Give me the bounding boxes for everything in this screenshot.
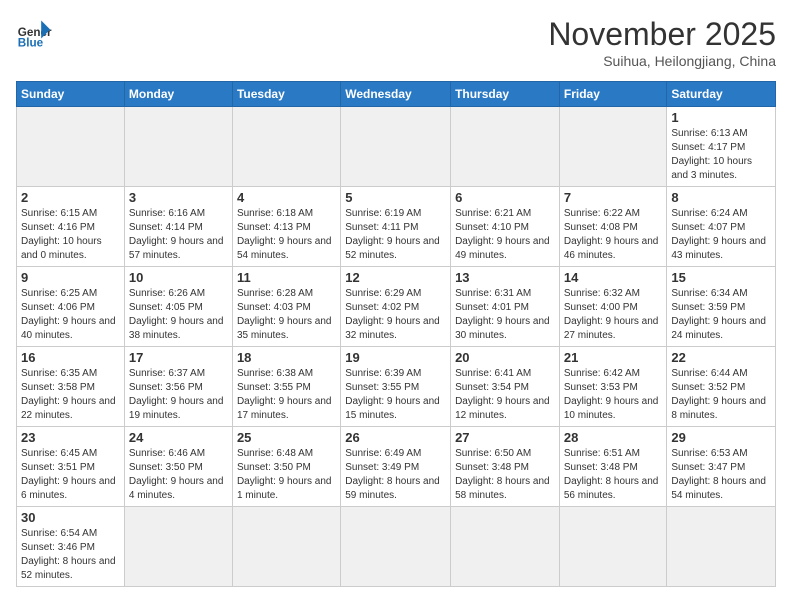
- title-block: November 2025 Suihua, Heilongjiang, Chin…: [548, 16, 776, 69]
- logo: General Blue: [16, 16, 52, 52]
- day-6: 6 Sunrise: 6:21 AMSunset: 4:10 PMDayligh…: [451, 187, 560, 267]
- calendar-row-6: 30 Sunrise: 6:54 AMSunset: 3:46 PMDaylig…: [17, 507, 776, 587]
- day-9: 9 Sunrise: 6:25 AMSunset: 4:06 PMDayligh…: [17, 267, 125, 347]
- day-3: 3 Sunrise: 6:16 AMSunset: 4:14 PMDayligh…: [124, 187, 232, 267]
- day-27: 27 Sunrise: 6:50 AMSunset: 3:48 PMDaylig…: [451, 427, 560, 507]
- calendar-row-4: 16 Sunrise: 6:35 AMSunset: 3:58 PMDaylig…: [17, 347, 776, 427]
- day-23: 23 Sunrise: 6:45 AMSunset: 3:51 PMDaylig…: [17, 427, 125, 507]
- header-tuesday: Tuesday: [232, 82, 340, 107]
- svg-text:Blue: Blue: [18, 37, 44, 50]
- header-saturday: Saturday: [667, 82, 776, 107]
- day-21: 21 Sunrise: 6:42 AMSunset: 3:53 PMDaylig…: [559, 347, 667, 427]
- header-sunday: Sunday: [17, 82, 125, 107]
- empty-cell: [341, 507, 451, 587]
- empty-cell: [232, 107, 340, 187]
- day-26: 26 Sunrise: 6:49 AMSunset: 3:49 PMDaylig…: [341, 427, 451, 507]
- day-29: 29 Sunrise: 6:53 AMSunset: 3:47 PMDaylig…: [667, 427, 776, 507]
- empty-cell: [124, 507, 232, 587]
- day-5: 5 Sunrise: 6:19 AMSunset: 4:11 PMDayligh…: [341, 187, 451, 267]
- header-wednesday: Wednesday: [341, 82, 451, 107]
- day-10: 10 Sunrise: 6:26 AMSunset: 4:05 PMDaylig…: [124, 267, 232, 347]
- logo-icon: General Blue: [16, 16, 52, 52]
- weekday-header-row: Sunday Monday Tuesday Wednesday Thursday…: [17, 82, 776, 107]
- day-11: 11 Sunrise: 6:28 AMSunset: 4:03 PMDaylig…: [232, 267, 340, 347]
- page-header: General Blue November 2025 Suihua, Heilo…: [16, 16, 776, 69]
- month-title: November 2025: [548, 16, 776, 53]
- header-friday: Friday: [559, 82, 667, 107]
- calendar-table: Sunday Monday Tuesday Wednesday Thursday…: [16, 81, 776, 587]
- calendar-row-2: 2 Sunrise: 6:15 AMSunset: 4:16 PMDayligh…: [17, 187, 776, 267]
- calendar-row-5: 23 Sunrise: 6:45 AMSunset: 3:51 PMDaylig…: [17, 427, 776, 507]
- empty-cell: [17, 107, 125, 187]
- header-thursday: Thursday: [451, 82, 560, 107]
- calendar-row-1: 1 Sunrise: 6:13 AMSunset: 4:17 PMDayligh…: [17, 107, 776, 187]
- empty-cell: [124, 107, 232, 187]
- day-12: 12 Sunrise: 6:29 AMSunset: 4:02 PMDaylig…: [341, 267, 451, 347]
- day-1: 1 Sunrise: 6:13 AMSunset: 4:17 PMDayligh…: [667, 107, 776, 187]
- empty-cell: [559, 507, 667, 587]
- empty-cell: [341, 107, 451, 187]
- day-24: 24 Sunrise: 6:46 AMSunset: 3:50 PMDaylig…: [124, 427, 232, 507]
- day-19: 19 Sunrise: 6:39 AMSunset: 3:55 PMDaylig…: [341, 347, 451, 427]
- day-30: 30 Sunrise: 6:54 AMSunset: 3:46 PMDaylig…: [17, 507, 125, 587]
- empty-cell: [667, 507, 776, 587]
- empty-cell: [451, 107, 560, 187]
- day-15: 15 Sunrise: 6:34 AMSunset: 3:59 PMDaylig…: [667, 267, 776, 347]
- empty-cell: [451, 507, 560, 587]
- location-subtitle: Suihua, Heilongjiang, China: [548, 53, 776, 69]
- day-18: 18 Sunrise: 6:38 AMSunset: 3:55 PMDaylig…: [232, 347, 340, 427]
- day-13: 13 Sunrise: 6:31 AMSunset: 4:01 PMDaylig…: [451, 267, 560, 347]
- day-16: 16 Sunrise: 6:35 AMSunset: 3:58 PMDaylig…: [17, 347, 125, 427]
- day-8: 8 Sunrise: 6:24 AMSunset: 4:07 PMDayligh…: [667, 187, 776, 267]
- day-20: 20 Sunrise: 6:41 AMSunset: 3:54 PMDaylig…: [451, 347, 560, 427]
- day-22: 22 Sunrise: 6:44 AMSunset: 3:52 PMDaylig…: [667, 347, 776, 427]
- empty-cell: [559, 107, 667, 187]
- day-4: 4 Sunrise: 6:18 AMSunset: 4:13 PMDayligh…: [232, 187, 340, 267]
- day-25: 25 Sunrise: 6:48 AMSunset: 3:50 PMDaylig…: [232, 427, 340, 507]
- day-28: 28 Sunrise: 6:51 AMSunset: 3:48 PMDaylig…: [559, 427, 667, 507]
- day-2: 2 Sunrise: 6:15 AMSunset: 4:16 PMDayligh…: [17, 187, 125, 267]
- calendar-row-3: 9 Sunrise: 6:25 AMSunset: 4:06 PMDayligh…: [17, 267, 776, 347]
- empty-cell: [232, 507, 340, 587]
- day-14: 14 Sunrise: 6:32 AMSunset: 4:00 PMDaylig…: [559, 267, 667, 347]
- header-monday: Monday: [124, 82, 232, 107]
- day-7: 7 Sunrise: 6:22 AMSunset: 4:08 PMDayligh…: [559, 187, 667, 267]
- day-17: 17 Sunrise: 6:37 AMSunset: 3:56 PMDaylig…: [124, 347, 232, 427]
